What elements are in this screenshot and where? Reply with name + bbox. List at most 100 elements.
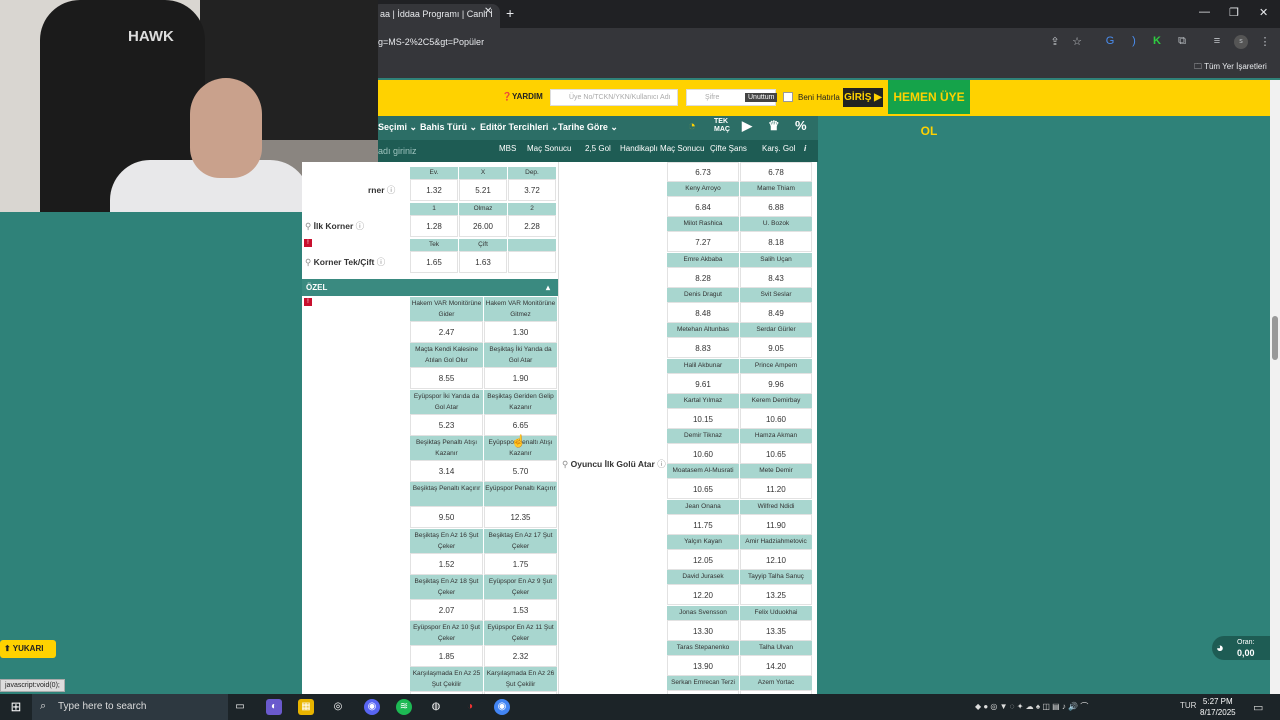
ozel-odd-button[interactable]: 8.55 [410, 367, 483, 390]
audio-icon[interactable]: ) [1127, 35, 1141, 49]
windows-start-icon[interactable]: ⊞ [8, 699, 24, 715]
ozel-odd-button[interactable]: 1.30 [484, 321, 557, 343]
player-odd-button[interactable]: 6.84 [667, 196, 739, 217]
remember-me-checkbox[interactable] [783, 92, 793, 102]
extension-k-icon[interactable]: K [1150, 35, 1164, 49]
player-odd-button[interactable]: 13.35 [740, 619, 812, 641]
tek-mac-icon[interactable]: TEK MAÇ [714, 118, 730, 134]
player-odd-button[interactable]: 13.25 [740, 584, 812, 606]
crown-icon[interactable]: ♛ [768, 118, 780, 134]
ozel-odd-button[interactable]: 2.47 [410, 321, 483, 343]
col-mac-sonucu[interactable]: Maç Sonucu [527, 144, 571, 153]
profile-avatar-icon[interactable]: s [1234, 35, 1248, 49]
player-odd-button[interactable]: 10.65 [740, 443, 812, 465]
player-odd-button[interactable]: 12.05 [667, 549, 739, 570]
ozel-odd-button[interactable]: 5.70 [484, 459, 557, 482]
player-odd-button[interactable]: 11.20 [740, 478, 812, 500]
tek-cift-odd-button[interactable] [508, 251, 556, 273]
ozel-odd-button[interactable]: 1.85 [410, 645, 483, 668]
store-icon[interactable]: ▦ [298, 699, 314, 715]
play-icon[interactable]: ▶ [742, 118, 752, 134]
betslip-odds[interactable]: ◕ Oran: 0,00 [1212, 636, 1276, 660]
translate-icon[interactable]: G [1103, 35, 1117, 49]
ozel-odd-button[interactable]: 1.53 [484, 598, 557, 621]
reading-list-icon[interactable]: ≡ [1210, 35, 1224, 49]
player-odd-button[interactable]: 10.60 [740, 407, 812, 429]
player-odd-button[interactable]: 6.78 [740, 162, 812, 182]
ozel-section-header[interactable]: ÖZEL ▴ [302, 279, 558, 296]
forgot-password-button[interactable]: Unuttum [745, 93, 778, 102]
ozel-odd-button[interactable]: 1.90 [484, 367, 557, 390]
player-odd-button[interactable]: 8.48 [667, 301, 739, 323]
player-odd-button[interactable]: 6.73 [667, 162, 739, 182]
match-search-input[interactable]: adı giriniz [378, 146, 417, 156]
spotify-icon[interactable]: ≋ [396, 699, 412, 715]
copilot-icon[interactable]: ◐ [266, 699, 282, 715]
star-icon[interactable]: ☆ [1070, 35, 1084, 49]
help-link[interactable]: ❓YARDIM [502, 92, 543, 101]
percent-icon[interactable]: % [795, 118, 807, 133]
notifications-icon[interactable]: ▭ [1253, 701, 1263, 714]
new-tab-icon[interactable]: + [506, 5, 514, 21]
info-icon[interactable]: i [804, 144, 806, 153]
player-odd-button[interactable]: 8.43 [740, 266, 812, 288]
ilk-korner-odd-button[interactable]: 2.28 [508, 215, 556, 237]
player-odd-button[interactable]: 11.75 [667, 513, 739, 535]
info-icon[interactable]: ⓘ [657, 459, 666, 469]
tek-cift-odd-button[interactable]: 1.65 [410, 251, 458, 273]
restore-icon[interactable]: ❐ [1229, 6, 1239, 19]
player-odd-button[interactable]: 9.05 [740, 337, 812, 359]
nav-item-editor[interactable]: Editör Tercihleri ⌄ [480, 122, 558, 133]
login-button[interactable]: GİRİŞ ▶ [843, 88, 883, 107]
menu-icon[interactable]: ⋮ [1258, 35, 1272, 49]
korner-odd-button[interactable]: 1.32 [410, 179, 458, 201]
col-kars-gol[interactable]: Karş. Gol [762, 144, 795, 153]
info-icon[interactable]: ⓘ [377, 257, 386, 267]
ozel-odd-button[interactable]: 5.23 [410, 413, 483, 436]
language-indicator[interactable]: TUR [1180, 701, 1196, 710]
player-odd-button[interactable]: 12.10 [740, 549, 812, 570]
live-icon[interactable]: ◔ [688, 118, 696, 133]
player-odd-button[interactable]: 12.20 [667, 584, 739, 606]
install-icon[interactable]: ⇪ [1048, 35, 1062, 49]
ilk-korner-odd-button[interactable]: 1.28 [410, 215, 458, 237]
player-odd-button[interactable]: 8.83 [667, 337, 739, 359]
pin-icon[interactable]: ⚲ [305, 221, 311, 231]
nav-item-tarihe-gore[interactable]: Tarihe Göre ⌄ [558, 122, 618, 133]
url-text[interactable]: g=MS-2%2C5&gt=Popüler [378, 37, 484, 47]
register-button[interactable]: HEMEN ÜYE OL [888, 80, 970, 138]
col-25-gol[interactable]: 2,5 Gol [585, 144, 611, 153]
player-odd-button[interactable]: 13.30 [667, 619, 739, 641]
info-icon[interactable]: ⓘ [387, 185, 396, 195]
info-icon[interactable]: ⓘ [356, 221, 365, 231]
taskbar-search[interactable]: Type here to search [32, 694, 228, 720]
obs-icon[interactable]: ◍ [428, 699, 444, 715]
collapse-icon[interactable]: ▴ [546, 279, 550, 296]
player-odd-button[interactable]: 8.18 [740, 231, 812, 253]
pin-icon[interactable]: ⚲ [562, 459, 568, 469]
ozel-odd-button[interactable]: 1.52 [410, 552, 483, 575]
app-icon[interactable]: ◑ [462, 699, 478, 715]
minimize-icon[interactable]: — [1199, 6, 1210, 18]
korner-odd-button[interactable]: 3.72 [508, 179, 556, 201]
ozel-odd-button[interactable]: 1.75 [484, 552, 557, 575]
player-odd-button[interactable]: 9.96 [740, 372, 812, 394]
player-odd-button[interactable]: 8.28 [667, 266, 739, 288]
col-handikap[interactable]: Handikaplı Maç Sonucu [620, 144, 705, 153]
scrollbar-thumb[interactable] [1272, 316, 1278, 360]
player-odd-button[interactable]: 7.27 [667, 231, 739, 253]
scroll-top-button[interactable]: ⬆ YUKARI [0, 640, 56, 658]
korner-odd-button[interactable]: 5.21 [459, 179, 507, 201]
player-odd-button[interactable]: 14.20 [740, 654, 812, 676]
ilk-korner-odd-button[interactable]: 26.00 [459, 215, 507, 237]
tray-icons[interactable]: ◆ ● ◎ ▼ ◌ ✦ ☁ ♠ ◫ ▤ ♪ 🔊 ⌒ [975, 701, 1088, 712]
settings-icon[interactable]: ◎ [330, 699, 346, 715]
close-window-icon[interactable]: ✕ [1259, 6, 1268, 19]
player-odd-button[interactable]: 10.15 [667, 407, 739, 429]
col-cifte-sans[interactable]: Çifte Şans [710, 144, 747, 153]
pin-icon[interactable]: ⚲ [305, 257, 311, 267]
player-odd-button[interactable]: 8.49 [740, 301, 812, 323]
username-input[interactable]: Üye No/TCKN/YKN/Kullanıcı Adı [550, 89, 678, 106]
browser-tab[interactable]: aa | İddaa Programı | Canlı İ [372, 4, 500, 28]
all-bookmarks[interactable]: 🗀 Tüm Yer İşaretleri [1194, 61, 1267, 75]
